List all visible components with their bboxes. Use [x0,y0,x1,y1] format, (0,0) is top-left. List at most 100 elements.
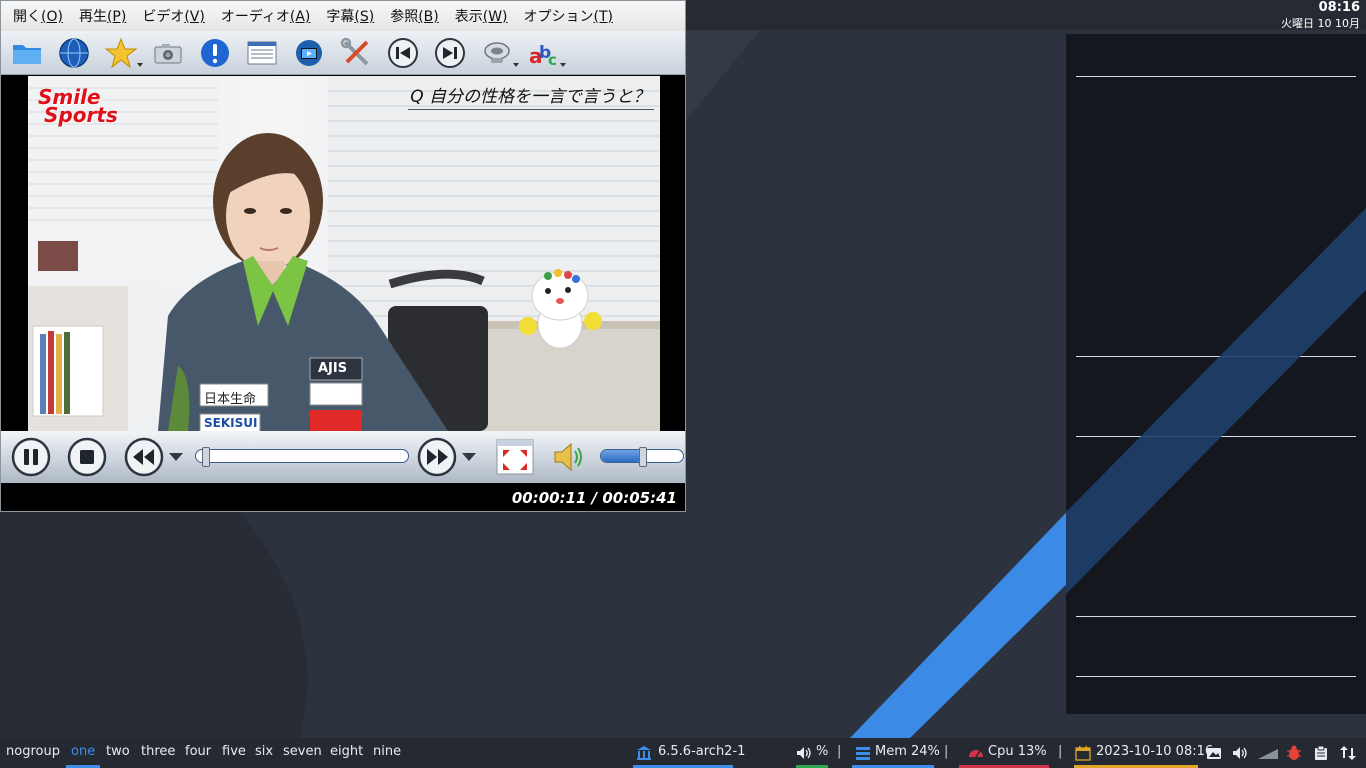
mute-button[interactable] [549,437,589,477]
playback-time: 00:00:11 / 00:05:41 [511,489,677,507]
volume-slider[interactable] [600,447,684,467]
seek-handle[interactable] [202,447,211,467]
workspace-eight[interactable]: eight [330,744,363,759]
clock-time: 08:16 [1318,0,1360,15]
workspace-four[interactable]: four [185,744,211,759]
video-settings-icon [296,39,322,66]
image-viewer-tray-icon[interactable] [1206,745,1222,761]
preferences-button[interactable] [336,33,376,73]
separator: | [837,744,842,759]
cpu-usage: Cpu 13% [988,744,1047,759]
kernel-version: 6.5.6-arch2-1 [658,744,746,759]
date-time[interactable]: 2023-10-10 08:16 [1096,744,1213,759]
separator: | [944,744,949,759]
workspace-two[interactable]: two [106,744,130,759]
video-scene [28,76,660,431]
volume-icon [796,745,812,761]
rewind-menu-chevron-icon[interactable] [169,453,183,461]
memory-icon [855,745,871,761]
menu-browse[interactable]: 参照(B) [382,6,447,26]
forward-menu-chevron-icon[interactable] [462,453,476,461]
jacket-sponsor-badge: 日本生命 [204,392,257,407]
pause-button[interactable] [11,437,51,477]
fullscreen-icon [496,439,534,475]
next-button[interactable] [430,33,470,73]
menu-bar: 開く(O) 再生(P) ビデオ(V) オーディオ(A) 字幕(S) 参照(B) … [1,1,685,31]
fullscreen-button[interactable] [495,437,535,477]
workspace-three[interactable]: three [141,744,175,759]
stop-button[interactable] [67,437,107,477]
top-clock[interactable]: 08:16 火曜日 10 10月 [1281,0,1360,32]
subtitles-button[interactable]: abc [524,33,566,73]
status-bar: 00:00:11 / 00:05:41 [1,483,685,511]
wallpaper-stripe-overlay [1066,208,1366,594]
video-equalizer-button[interactable] [289,33,329,73]
playlist-button[interactable] [242,33,282,73]
audio-tray-icon[interactable] [1232,745,1248,761]
memory-usage: Mem 24% [875,744,940,759]
screenshot-button[interactable] [148,33,188,73]
workspace-one[interactable]: one [71,744,95,759]
previous-button[interactable] [383,33,423,73]
rewind-button[interactable] [124,437,164,477]
volume-handle[interactable] [639,447,647,467]
fast-forward-icon [417,437,457,477]
open-file-button[interactable] [7,33,47,73]
forward-button[interactable] [417,437,457,477]
jacket-sponsor-badge: SEKISUI [204,416,258,430]
clipboard-tray-icon[interactable] [1313,745,1329,761]
workspace-nogroup[interactable]: nogroup [6,744,60,759]
playlist-icon [247,41,277,64]
svg-text:c: c [548,51,557,69]
calendar-icon [1075,745,1091,761]
workspace-five[interactable]: five [222,744,246,759]
volume-status[interactable]: % [816,744,828,759]
cpu-gauge-icon [968,745,984,761]
taskbar: nogroup one two three four five six seve… [0,738,1366,768]
audio-track-icon [484,41,510,63]
tools-icon [340,37,369,65]
media-player-window[interactable]: 開く(O) 再生(P) ビデオ(V) オーディオ(A) 字幕(S) 参照(B) … [0,0,686,512]
workspace-nine[interactable]: nine [373,744,401,759]
video-caption: Q 自分の性格を一言で言うと？ [408,82,654,110]
previous-icon [388,37,418,68]
media-info-button[interactable] [195,33,235,73]
clock-date: 火曜日 10 10月 [1281,17,1360,30]
channel-logo: Smile Sports [38,87,118,127]
menu-options[interactable]: オプション(T) [516,6,621,26]
workspace-seven[interactable]: seven [283,744,322,759]
favorites-button[interactable] [101,33,143,73]
rewind-icon [124,437,164,477]
seek-slider[interactable] [195,447,409,467]
bug-tray-icon[interactable] [1286,745,1302,761]
menu-play[interactable]: 再生(P) [71,6,134,26]
menu-audio[interactable]: オーディオ(A) [213,6,319,26]
stop-icon [67,437,107,477]
chevron-down-icon [513,62,519,67]
folder-icon [13,44,41,64]
volume-level [601,450,643,462]
pause-icon [11,437,51,477]
toolbar: abc [1,31,685,75]
next-icon [435,37,465,68]
video-frame[interactable]: 日本生命 AJIS SEKISUI Smile Sports Q 自分の性格を一… [28,76,660,431]
open-url-button[interactable] [54,33,94,73]
system-monitor-panel [1066,34,1366,714]
subtitles-icon: abc [529,43,557,69]
jacket-sponsor-badge: AJIS [318,361,348,376]
menu-subtitles[interactable]: 字幕(S) [318,6,382,26]
chevron-down-icon [560,62,566,67]
menu-video[interactable]: ビデオ(V) [134,6,213,26]
network-tray-icon[interactable] [1258,745,1278,761]
workspace-six[interactable]: six [255,744,273,759]
logo-line: Sports [44,103,118,127]
audio-track-button[interactable] [477,33,519,73]
sync-tray-icon[interactable] [1340,745,1356,761]
menu-view[interactable]: 表示(W) [447,6,516,26]
separator: | [1058,744,1063,759]
globe-icon [59,37,89,68]
info-icon [201,38,229,67]
star-icon [104,37,138,68]
speaker-icon [554,442,582,472]
menu-open[interactable]: 開く(O) [5,6,71,26]
